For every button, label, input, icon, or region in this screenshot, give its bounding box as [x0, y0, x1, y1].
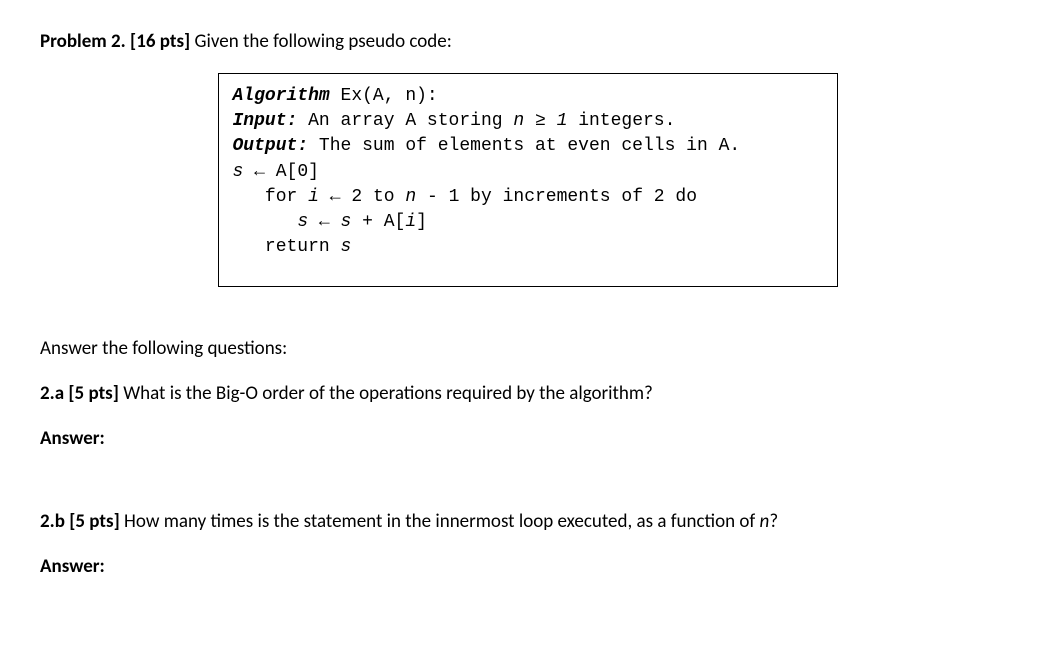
- pseudocode-box: Algorithm Ex(A, n): Input: An array A st…: [218, 73, 838, 287]
- code-line7-s: s: [341, 237, 352, 257]
- code-algorithm-kw: Algorithm: [233, 86, 330, 106]
- code-line6-s2: s: [341, 212, 352, 232]
- question-2a: 2.a [5 pts] What is the Big-O order of t…: [40, 382, 1015, 405]
- question-2b-n: n: [760, 510, 770, 533]
- answer-label-2b: Answer:: [40, 555, 1015, 578]
- followup-text: Answer the following questions:: [40, 337, 1015, 360]
- problem-intro: Given the following pseudo code:: [190, 30, 452, 53]
- code-line7-pre: return: [233, 237, 341, 257]
- code-line3-rest: The sum of elements at even cells in A.: [308, 136, 740, 156]
- answer-label-2a: Answer:: [40, 427, 1015, 450]
- code-line4-rest: ← A[0]: [243, 162, 319, 182]
- question-2b-text2: ?: [769, 510, 778, 533]
- code-line6-close: ]: [416, 212, 427, 232]
- code-line2-n: n: [513, 111, 524, 131]
- question-2a-text: What is the Big-O order of the operation…: [119, 382, 653, 405]
- code-line2-rest2: ≥: [524, 111, 556, 131]
- code-output-kw: Output:: [233, 136, 309, 156]
- code-line6-s1: s: [297, 212, 308, 232]
- code-input-kw: Input:: [233, 111, 298, 131]
- code-line5-mid: ← 2 to: [319, 187, 405, 207]
- code-line5-pre: for: [233, 187, 309, 207]
- code-line1-rest: Ex(A, n):: [330, 86, 438, 106]
- question-2b: 2.b [5 pts] How many times is the statem…: [40, 510, 1015, 533]
- problem-number: Problem 2. [16 pts]: [40, 30, 190, 53]
- code-line2-one: 1: [557, 111, 568, 131]
- code-line6-i: i: [405, 212, 416, 232]
- code-line5-n: n: [405, 187, 416, 207]
- code-line6-mid: ←: [308, 212, 340, 232]
- code-line2-rest3: integers.: [567, 111, 675, 131]
- code-line5-i: i: [308, 187, 319, 207]
- problem-header: Problem 2. [16 pts] Given the following …: [40, 30, 1015, 53]
- question-2b-label: 2.b [5 pts]: [40, 510, 120, 533]
- code-line2-rest1: An array A storing: [297, 111, 513, 131]
- question-2a-label: 2.a [5 pts]: [40, 382, 119, 405]
- question-2b-text1: How many times is the statement in the i…: [120, 510, 760, 533]
- code-line4-s: s: [233, 162, 244, 182]
- code-line6-pre: [233, 212, 298, 232]
- code-line5-rest: - 1 by increments of 2 do: [416, 187, 697, 207]
- code-line6-plus: + A[: [351, 212, 405, 232]
